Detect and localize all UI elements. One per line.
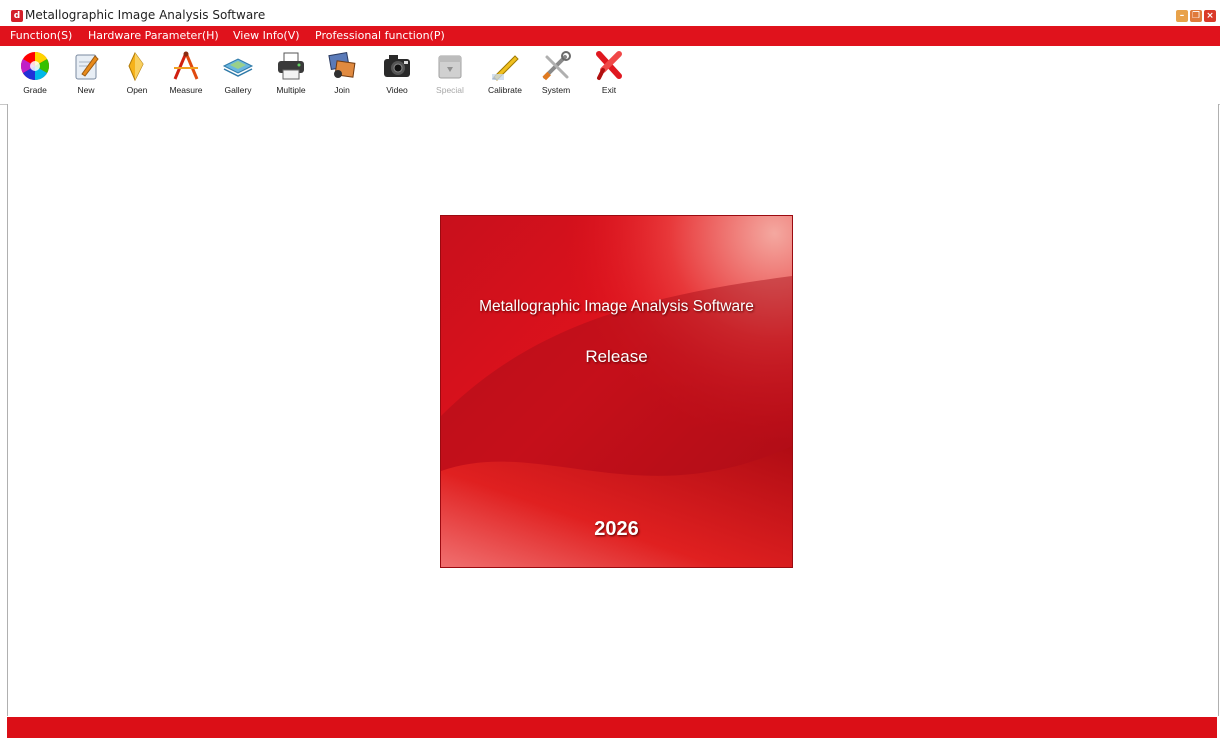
join-button[interactable]: Join (319, 50, 365, 100)
grade-label: Grade (23, 85, 47, 95)
printer-icon (278, 52, 304, 80)
app-icon: d (11, 10, 23, 22)
join-label: Join (334, 85, 350, 95)
restore-icon[interactable]: ❐ (1190, 10, 1202, 22)
tools-icon (542, 51, 571, 81)
calibrate-label: Calibrate (487, 85, 523, 95)
menu-function[interactable]: Function(S) (10, 29, 72, 42)
gallery-button[interactable]: Gallery (215, 50, 261, 100)
menu-hardware-parameter[interactable]: Hardware Parameter(H) (88, 29, 219, 42)
measure-label: Measure (169, 85, 203, 95)
special-label: Special (436, 85, 464, 95)
window-title: Metallographic Image Analysis Software (25, 8, 266, 22)
splash-background (441, 216, 792, 567)
splash-panel: Metallographic Image Analysis Software R… (440, 215, 793, 568)
system-label: System (541, 85, 571, 95)
new-document-icon (75, 54, 99, 80)
open-button[interactable]: Open (114, 50, 160, 100)
grade-button[interactable]: Grade (12, 50, 58, 100)
measure-button[interactable]: Measure (163, 50, 209, 100)
special-button[interactable]: Special (427, 50, 473, 100)
menu-bar: Function(S) Hardware Parameter(H) View I… (0, 26, 1220, 46)
multiple-button[interactable]: Multiple (268, 50, 314, 100)
splash-title: Metallographic Image Analysis Software (479, 298, 754, 315)
camera-icon (384, 55, 410, 77)
exit-label: Exit (601, 85, 617, 95)
multiple-label: Multiple (276, 85, 306, 95)
exit-icon (596, 51, 622, 80)
title-bar: d Metallographic Image Analysis Software… (0, 0, 1220, 26)
toolbar: Grade New Open Measure Gallery Multiple … (0, 46, 1220, 105)
calibrate-button[interactable]: Calibrate (482, 50, 528, 100)
close-icon[interactable]: × (1204, 10, 1216, 22)
splash-release: Release (585, 347, 648, 366)
color-wheel-icon (21, 52, 49, 80)
exit-button[interactable]: Exit (586, 50, 632, 100)
video-label: Video (386, 85, 408, 95)
new-label: New (77, 85, 95, 95)
open-folder-icon (128, 52, 144, 82)
menu-professional-function[interactable]: Professional function(P) (315, 29, 445, 42)
system-button[interactable]: System (533, 50, 579, 100)
video-button[interactable]: Video (374, 50, 420, 100)
gallery-label: Gallery (224, 85, 252, 95)
new-button[interactable]: New (63, 50, 109, 100)
measure-compass-icon (173, 51, 199, 80)
gallery-icon (222, 58, 254, 77)
calibrate-pencil-icon (492, 55, 519, 81)
menu-view-info[interactable]: View Info(V) (233, 29, 300, 42)
minimize-icon[interactable]: – (1176, 10, 1188, 22)
splash-year: 2026 (594, 518, 639, 540)
join-images-icon (328, 51, 356, 78)
status-bar (7, 717, 1217, 738)
special-box-icon (438, 55, 462, 79)
